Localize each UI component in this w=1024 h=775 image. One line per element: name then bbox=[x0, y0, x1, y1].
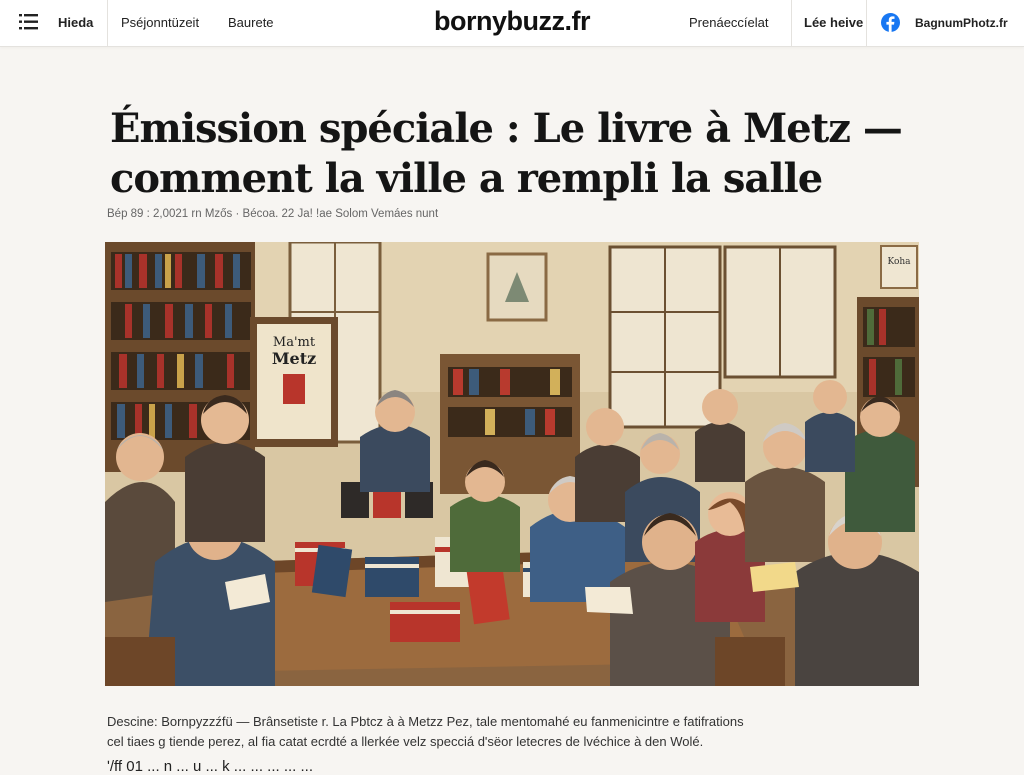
facebook-icon[interactable] bbox=[881, 13, 900, 32]
header-divider-2 bbox=[866, 0, 867, 46]
nav-item-3[interactable]: Baurete bbox=[228, 15, 274, 30]
article-hero-image: Koha Ma'mt Metz bbox=[105, 242, 919, 686]
nav-divider bbox=[107, 0, 108, 46]
header-link-1[interactable]: Prenáeccíelat bbox=[689, 15, 769, 30]
image-sign-text-2: Metz bbox=[272, 349, 316, 368]
top-navigation-bar: Hieda Pséjonntüzeit Baurete bornybuzz.fr… bbox=[0, 0, 1024, 47]
social-link-label[interactable]: BagnumPhotz.fr bbox=[915, 16, 1008, 30]
article-byline: Bép 89 : 2,0021 rn Mzős · Bécoa. 22 Ja! … bbox=[107, 208, 439, 220]
article-headline: Émission spéciale : Le livre à Metz — co… bbox=[110, 105, 903, 202]
image-sign-text-1: Ma'mt bbox=[273, 335, 316, 350]
hamburger-menu-icon[interactable] bbox=[19, 13, 39, 31]
caption-line-1: Descine: Bornpyzzźfü — Brânsetiste r. La… bbox=[107, 714, 744, 729]
image-caption: Descine: Bornpyzzźfü — Brânsetiste r. La… bbox=[107, 712, 927, 752]
nav-item-hieda[interactable]: Hieda bbox=[58, 15, 93, 30]
nav-item-2[interactable]: Pséjonntüzeit bbox=[121, 15, 199, 30]
article-body-fragment: ʹ/ff 01 ... n ... u ... k ... ... ... ..… bbox=[107, 758, 313, 775]
caption-line-2: cel tiaes g tiende perez, al fia catat e… bbox=[107, 734, 704, 749]
image-poster-text: Koha bbox=[887, 257, 911, 267]
site-logo[interactable]: bornybuzz.fr bbox=[434, 6, 591, 37]
header-divider-1 bbox=[791, 0, 792, 46]
header-link-2[interactable]: Lée heive bbox=[804, 15, 863, 30]
